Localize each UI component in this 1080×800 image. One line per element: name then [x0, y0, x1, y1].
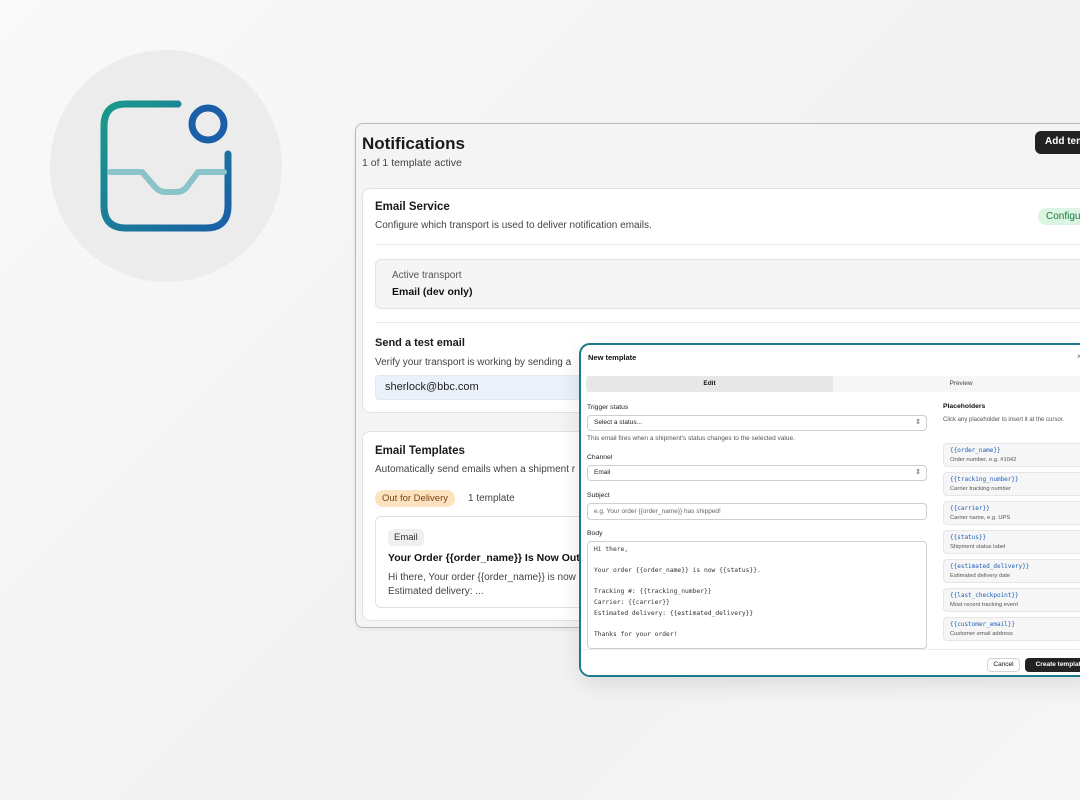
chevron-updown-icon: ⇕	[915, 469, 921, 476]
body-line: Tracking #: {{tracking_number}}	[594, 588, 712, 596]
trigger-status-label: Trigger status	[587, 404, 629, 411]
placeholder-desc: Carrier tracking number	[950, 486, 1011, 492]
channel-select[interactable]: Email ⇕	[587, 465, 927, 481]
template-preview-line-1: Hi there, Your order {{order_name}} is n…	[388, 572, 576, 583]
email-service-description: Configure which transport is used to del…	[375, 220, 652, 231]
body-textarea[interactable]: Hi there, Your order {{order_name}} is n…	[587, 541, 927, 649]
new-template-modal: New template × Edit Preview Trigger stat…	[579, 343, 1080, 677]
body-line	[594, 620, 920, 631]
placeholder-item[interactable]: {{status}} Shipment status label	[943, 530, 1080, 554]
tab-preview[interactable]: Preview	[836, 376, 1080, 392]
tab-edit[interactable]: Edit	[586, 376, 833, 392]
placeholder-item[interactable]: {{last_checkpoint}} Most recent tracking…	[943, 588, 1080, 612]
trigger-status-badge[interactable]: Out for Delivery	[375, 490, 455, 507]
placeholder-code: {{carrier}}	[950, 505, 990, 512]
app-icon-badge	[50, 50, 282, 282]
inbox-notification-icon	[100, 100, 232, 232]
edit-preview-tabs: Edit Preview	[586, 376, 1080, 392]
placeholder-code: {{last_checkpoint}}	[950, 592, 1019, 599]
placeholder-item[interactable]: {{tracking_number}} Carrier tracking num…	[943, 472, 1080, 496]
placeholder-item[interactable]: {{order_name}} Order number, e.g. #1042	[943, 443, 1080, 467]
email-templates-title: Email Templates	[375, 445, 465, 457]
placeholder-desc: Order number, e.g. #1042	[950, 457, 1017, 463]
chevron-updown-icon: ⇕	[915, 419, 921, 426]
transport-value: Email (dev only)	[392, 286, 473, 298]
template-preview-line-2: Estimated delivery: ...	[388, 586, 484, 597]
trigger-status-select[interactable]: Select a status... ⇕	[587, 415, 927, 431]
subject-input[interactable]: e.g. Your order {{order_name}} has shipp…	[587, 503, 927, 520]
placeholder-code: {{order_name}}	[950, 447, 1001, 454]
page-title: Notifications	[362, 134, 465, 153]
subject-label: Subject	[587, 492, 610, 499]
body-line	[594, 578, 920, 589]
placeholder-desc: Carrier name, e.g. UPS	[950, 515, 1011, 521]
test-email-description: Verify your transport is working by send…	[375, 357, 572, 368]
body-line: Thanks for your order!	[594, 630, 678, 638]
placeholder-code: {{estimated_delivery}}	[950, 563, 1030, 570]
email-service-title: Email Service	[375, 201, 450, 213]
divider	[375, 244, 1080, 245]
test-email-title: Send a test email	[375, 337, 465, 349]
channel-chip: Email	[388, 529, 424, 546]
body-line: Hi there,	[594, 546, 629, 553]
modal-footer: Cancel Create template	[581, 649, 1080, 675]
add-template-button[interactable]: Add template	[1035, 131, 1080, 154]
placeholder-item[interactable]: {{carrier}} Carrier name, e.g. UPS	[943, 501, 1080, 525]
channel-value: Email	[594, 469, 611, 476]
template-count: 1 template	[468, 493, 515, 504]
placeholders-help: Click any placeholder to insert it at th…	[943, 417, 1065, 423]
placeholder-desc: Shipment status label	[950, 544, 1006, 550]
body-line	[594, 557, 920, 568]
trigger-help-text: This email fires when a shipment's statu…	[587, 435, 795, 442]
modal-title: New template	[588, 353, 637, 362]
trigger-status-value: Select a status...	[594, 419, 643, 426]
divider	[375, 322, 1080, 323]
page-subtitle: 1 of 1 template active	[362, 157, 462, 169]
transport-label: Active transport	[392, 270, 462, 281]
placeholder-code: {{status}}	[950, 534, 987, 541]
body-line: Estimated delivery: {{estimated_delivery…	[594, 609, 754, 617]
placeholders-title: Placeholders	[943, 403, 986, 410]
email-templates-description: Automatically send emails when a shipmen…	[375, 464, 576, 475]
body-line: Carrier: {{carrier}}	[594, 598, 670, 606]
placeholder-desc: Estimated delivery date	[950, 573, 1011, 579]
body-label: Body	[587, 530, 603, 537]
active-transport-box: Active transport Email (dev only)	[375, 259, 1080, 309]
body-line: Your order {{order_name}} is now {{statu…	[594, 567, 761, 575]
template-title: Your Order {{order_name}} Is Now Out	[388, 552, 580, 564]
placeholder-item[interactable]: {{estimated_delivery}} Estimated deliver…	[943, 559, 1080, 583]
channel-label: Channel	[587, 454, 613, 461]
placeholder-desc: Customer email address	[950, 631, 1013, 637]
status-badge: Configured	[1038, 208, 1080, 225]
placeholder-desc: Most recent tracking event	[950, 602, 1018, 608]
placeholder-code: {{customer_email}}	[950, 621, 1016, 628]
create-template-button[interactable]: Create template	[1025, 658, 1080, 672]
cancel-button[interactable]: Cancel	[987, 658, 1020, 672]
placeholder-item[interactable]: {{customer_email}} Customer email addres…	[943, 617, 1080, 641]
placeholder-code: {{tracking_number}}	[950, 476, 1019, 483]
